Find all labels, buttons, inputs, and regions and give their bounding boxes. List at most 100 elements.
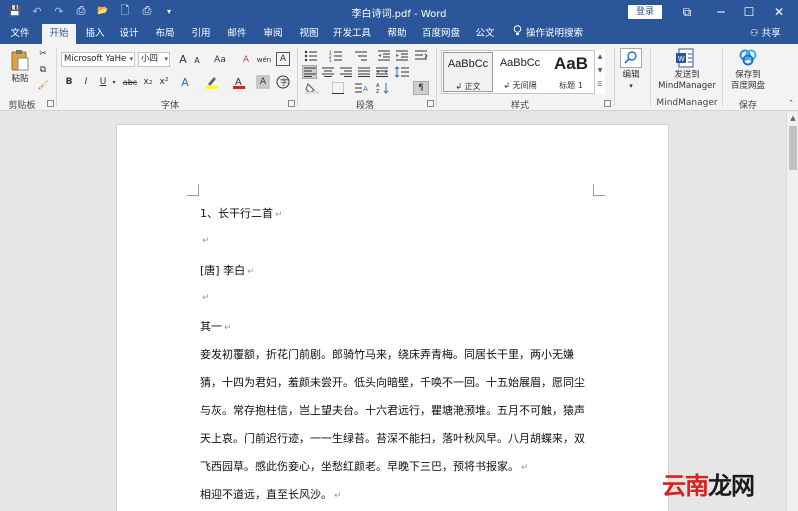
multilevel-list-icon[interactable] bbox=[353, 49, 369, 62]
tab-mailings[interactable]: 邮件 bbox=[222, 24, 252, 44]
font-name-select[interactable]: Microsoft YaHe ▾ bbox=[61, 52, 135, 67]
tab-references[interactable]: 引用 bbox=[186, 24, 216, 44]
doc-line[interactable]: 1、长干行二首 ↵ bbox=[200, 205, 283, 221]
paste-button[interactable]: 粘贴 bbox=[6, 48, 34, 85]
tab-layout[interactable]: 布局 bbox=[150, 24, 180, 44]
svg-text:字: 字 bbox=[280, 77, 288, 87]
strikethrough-button[interactable]: abc bbox=[122, 75, 138, 89]
distributed-icon[interactable] bbox=[374, 65, 389, 79]
decrease-indent-icon[interactable] bbox=[377, 49, 391, 62]
document-page[interactable]: 1、长干行二首 ↵ ↵ [唐] 李白 ↵ ↵ 其一 ↵ 妾发初覆额，折花门前剧。郎骑竹… bbox=[116, 124, 669, 511]
mindmanager-label-2: MindManager bbox=[658, 81, 716, 91]
highlight-color-icon[interactable] bbox=[205, 75, 219, 89]
margin-corner-top-right bbox=[593, 184, 605, 196]
cut-icon[interactable]: ✂ bbox=[37, 48, 49, 60]
style-heading-1[interactable]: AaB 标题 1 bbox=[546, 52, 596, 92]
line-text: 天上哀。门前迟行迹，一一生绿苔。苔深不能扫，落叶秋风早。八月胡蝶来，双 bbox=[200, 432, 585, 445]
sort-icon[interactable]: AZ bbox=[375, 81, 391, 95]
align-center-icon[interactable] bbox=[320, 65, 335, 79]
editing-button[interactable]: 编辑 ▾ bbox=[618, 48, 644, 92]
paragraph-mark: ↵ bbox=[521, 463, 529, 473]
paragraph-mark: ↵ bbox=[202, 293, 210, 303]
login-button[interactable]: 登录 bbox=[628, 5, 662, 19]
clipboard-launcher-icon[interactable] bbox=[47, 100, 54, 107]
superscript-button[interactable]: x² bbox=[157, 75, 171, 89]
font-color-icon[interactable]: A bbox=[232, 75, 246, 89]
line-spacing-icon[interactable] bbox=[393, 65, 411, 79]
doc-line[interactable]: 相迎不道远，直至长风沙。 ↵ bbox=[200, 486, 342, 502]
grow-font-button[interactable]: A bbox=[176, 52, 190, 67]
lightbulb-icon[interactable] bbox=[510, 24, 524, 44]
doc-line[interactable]: ↵ bbox=[200, 233, 210, 246]
doc-line[interactable]: 飞西园草。感此伤妾心，坐愁红颜老。早晚下三巴，预将书报家。 ↵ bbox=[200, 458, 529, 474]
tab-help[interactable]: 帮助 bbox=[382, 24, 412, 44]
close-button[interactable]: ✕ bbox=[768, 2, 790, 22]
scroll-up-icon[interactable]: ▲ bbox=[787, 114, 798, 122]
doc-line[interactable]: 天上哀。门前迟行迹，一一生绿苔。苔深不能扫，落叶秋风早。八月胡蝶来，双 bbox=[200, 430, 587, 446]
justify-icon[interactable] bbox=[356, 65, 371, 79]
doc-line[interactable]: ↵ bbox=[200, 290, 210, 303]
style-no-spacing[interactable]: AaBbCc ↲ 无间隔 bbox=[495, 52, 545, 92]
font-size-select[interactable]: 小四 ▾ bbox=[138, 52, 170, 67]
more-styles-icon[interactable]: ☰ bbox=[595, 78, 605, 92]
style-normal[interactable]: AaBbCc ↲ 正文 bbox=[443, 52, 493, 92]
font-launcher-icon[interactable] bbox=[288, 100, 295, 107]
share-button[interactable]: ⚇ 共享 bbox=[750, 24, 781, 44]
tab-file[interactable]: 文件 bbox=[6, 24, 34, 44]
clear-format-button[interactable]: A bbox=[240, 52, 252, 67]
chevron-down-icon[interactable]: ▾ bbox=[110, 75, 118, 89]
asian-layout-icon[interactable]: A bbox=[353, 81, 369, 95]
tab-baidu-netdisk[interactable]: 百度网盘 bbox=[418, 24, 464, 44]
minimize-button[interactable]: ─ bbox=[710, 2, 732, 22]
tell-me-search[interactable]: 操作说明搜索 bbox=[526, 24, 590, 44]
copy-icon[interactable]: ⧉ bbox=[37, 64, 49, 76]
styles-launcher-icon[interactable] bbox=[604, 100, 611, 107]
phonetic-guide-button[interactable]: wén bbox=[256, 52, 272, 67]
increase-indent-icon[interactable] bbox=[395, 49, 409, 62]
chinese-layout-icon[interactable] bbox=[413, 49, 429, 62]
change-case-button[interactable]: Aa bbox=[210, 52, 230, 67]
shading-icon[interactable] bbox=[302, 81, 322, 95]
collapse-ribbon-icon[interactable]: ⌃ bbox=[786, 98, 796, 108]
save-to-baidu-button[interactable]: 保存到 百度网盘 bbox=[726, 48, 770, 92]
doc-line[interactable]: 猜，十四为君妇，羞颜未尝开。低头向暗壁，千唤不一回。十五始展眉，愿同尘 bbox=[200, 374, 587, 390]
align-right-icon[interactable] bbox=[338, 65, 353, 79]
tab-insert[interactable]: 插入 bbox=[80, 24, 110, 44]
char-border-button[interactable]: A bbox=[276, 52, 290, 66]
italic-button[interactable]: I bbox=[80, 75, 92, 89]
chevron-up-icon[interactable]: ▲ bbox=[595, 50, 605, 64]
tab-review[interactable]: 审阅 bbox=[258, 24, 288, 44]
shrink-font-button[interactable]: A bbox=[191, 53, 203, 68]
underline-button[interactable]: U bbox=[97, 75, 109, 89]
editing-label: 编辑 bbox=[622, 70, 640, 80]
watermark-part1: 云南 bbox=[662, 472, 709, 500]
align-left-icon[interactable] bbox=[302, 65, 317, 79]
borders-icon[interactable] bbox=[328, 81, 348, 95]
paragraph-launcher-icon[interactable] bbox=[427, 100, 434, 107]
send-to-mindmanager-button[interactable]: W 发送到 MindManager bbox=[655, 48, 719, 92]
tab-design[interactable]: 设计 bbox=[114, 24, 144, 44]
doc-line[interactable]: 其一 ↵ bbox=[200, 318, 232, 334]
doc-line[interactable]: [唐] 李白 ↵ bbox=[200, 262, 255, 278]
doc-line[interactable]: 妾发初覆额，折花门前剧。郎骑竹马来，绕床弄青梅。同居长干里，两小无嫌 bbox=[200, 346, 576, 362]
styles-scroll[interactable]: ▲ ▼ ☰ bbox=[594, 50, 605, 94]
char-shading-icon[interactable]: A bbox=[256, 75, 270, 89]
scroll-thumb[interactable] bbox=[789, 126, 797, 170]
tab-developer[interactable]: 开发工具 bbox=[330, 24, 374, 44]
subscript-button[interactable]: x₂ bbox=[141, 75, 155, 89]
bullets-icon[interactable] bbox=[303, 49, 319, 62]
enclose-char-icon[interactable]: 字 bbox=[276, 75, 290, 89]
bold-button[interactable]: B bbox=[63, 75, 75, 89]
tab-home[interactable]: 开始 bbox=[42, 24, 76, 44]
maximize-button[interactable]: ☐ bbox=[738, 2, 760, 22]
numbering-icon[interactable]: 123 bbox=[328, 49, 344, 62]
vertical-scrollbar[interactable]: ▲ bbox=[786, 112, 798, 511]
tab-view[interactable]: 视图 bbox=[294, 24, 324, 44]
chevron-down-icon[interactable]: ▼ bbox=[595, 64, 605, 78]
doc-line[interactable]: 与灰。常存抱柱信，岂上望夫台。十六君远行，瞿塘滟滪堆。五月不可触，猿声 bbox=[200, 402, 587, 418]
ribbon-display-options-icon[interactable]: ⧉ bbox=[676, 2, 698, 22]
format-painter-icon[interactable]: 🖌 bbox=[37, 80, 49, 92]
tab-official-doc[interactable]: 公文 bbox=[470, 24, 500, 44]
text-effects-icon[interactable]: A bbox=[178, 75, 192, 89]
show-marks-icon[interactable]: ¶ bbox=[413, 81, 429, 95]
